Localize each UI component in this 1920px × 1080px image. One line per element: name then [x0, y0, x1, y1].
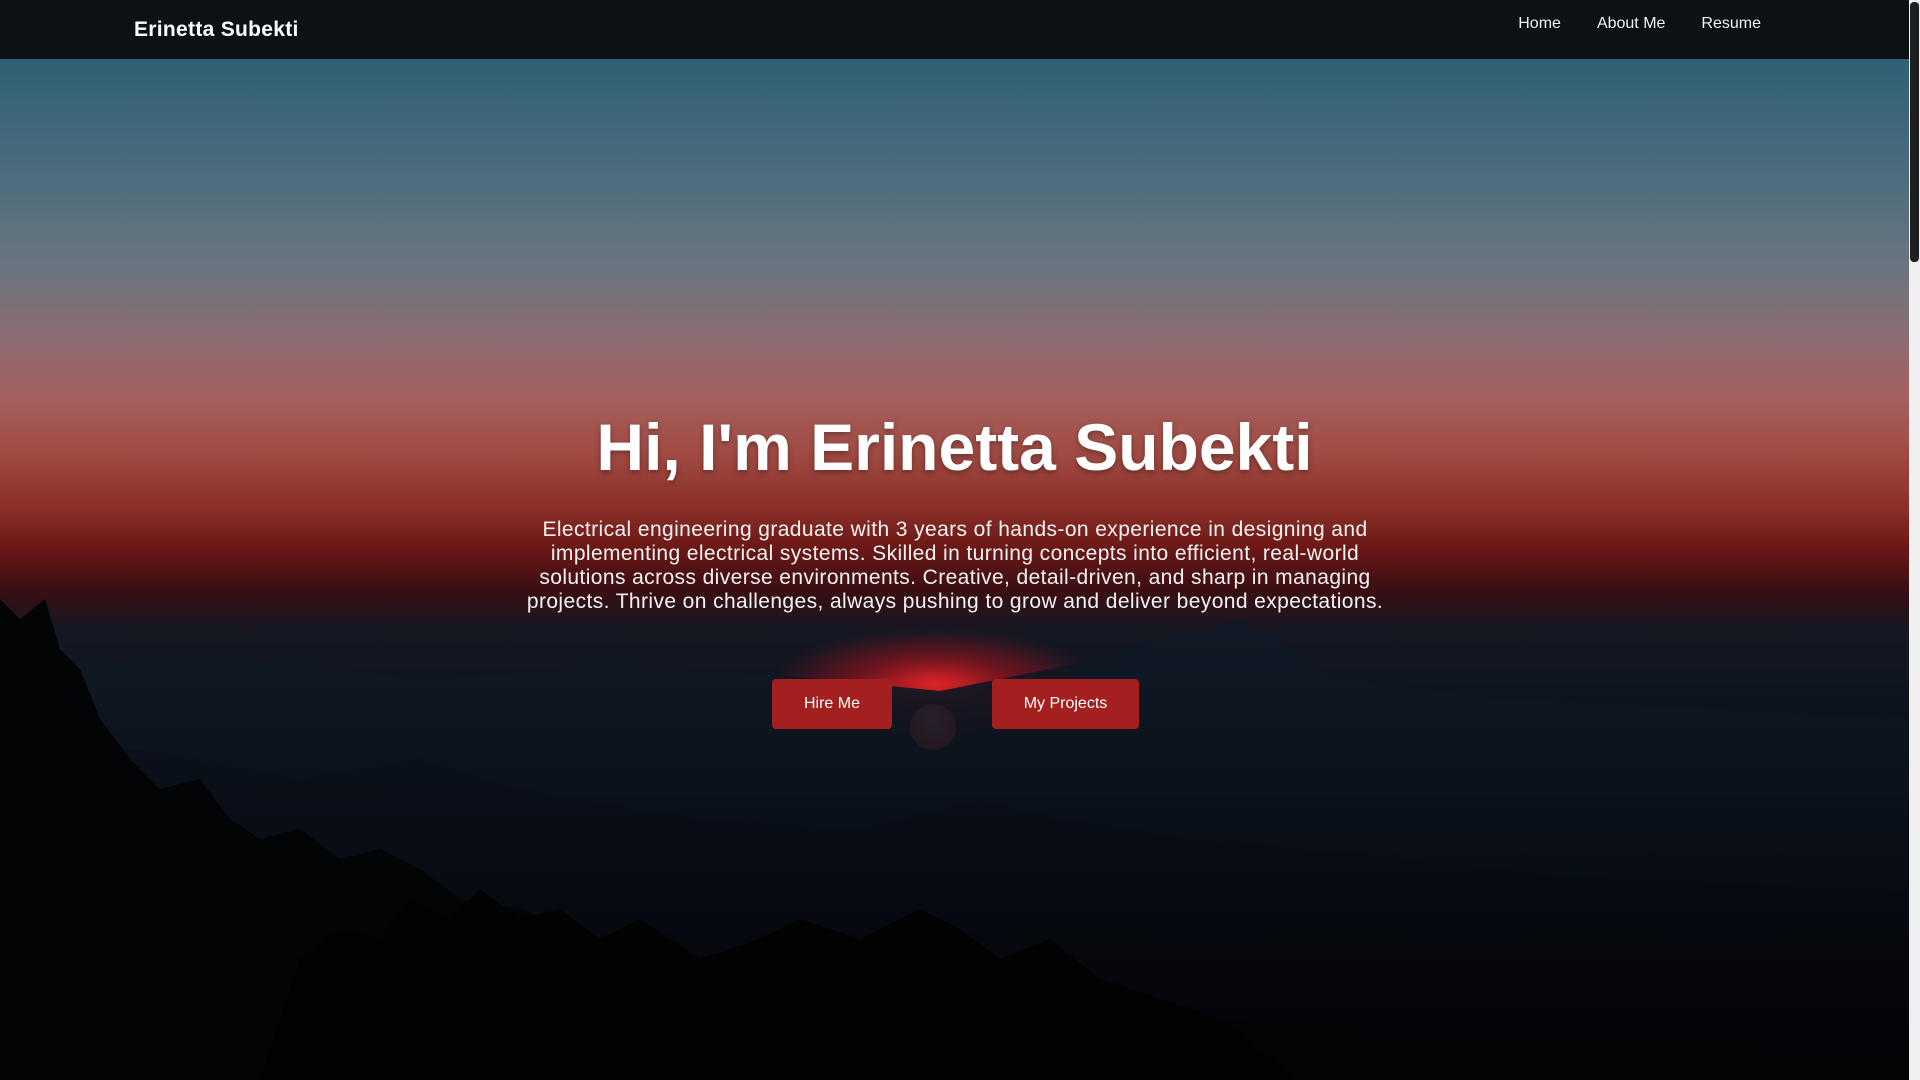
hero-description: Electrical engineering graduate with 3 y…	[526, 518, 1384, 613]
brand-logo-text[interactable]: Erinetta Subekti	[134, 18, 299, 42]
page: Erinetta Subekti Home About Me Resume Hi…	[0, 0, 1920, 1080]
my-projects-button[interactable]: My Projects	[992, 679, 1139, 729]
navbar: Erinetta Subekti Home About Me Resume	[0, 0, 1909, 59]
nav-link-resume[interactable]: Resume	[1701, 15, 1761, 33]
scrollbar-thumb[interactable]	[1910, 2, 1919, 262]
nav-link-about-me[interactable]: About Me	[1597, 15, 1665, 33]
nav-link-home[interactable]: Home	[1518, 15, 1561, 33]
hero-title: Hi, I'm Erinetta Subekti	[596, 410, 1313, 484]
scrollbar[interactable]	[1909, 0, 1920, 1080]
hire-me-button[interactable]: Hire Me	[772, 679, 892, 729]
nav-links: Home About Me Resume	[1482, 15, 1761, 33]
